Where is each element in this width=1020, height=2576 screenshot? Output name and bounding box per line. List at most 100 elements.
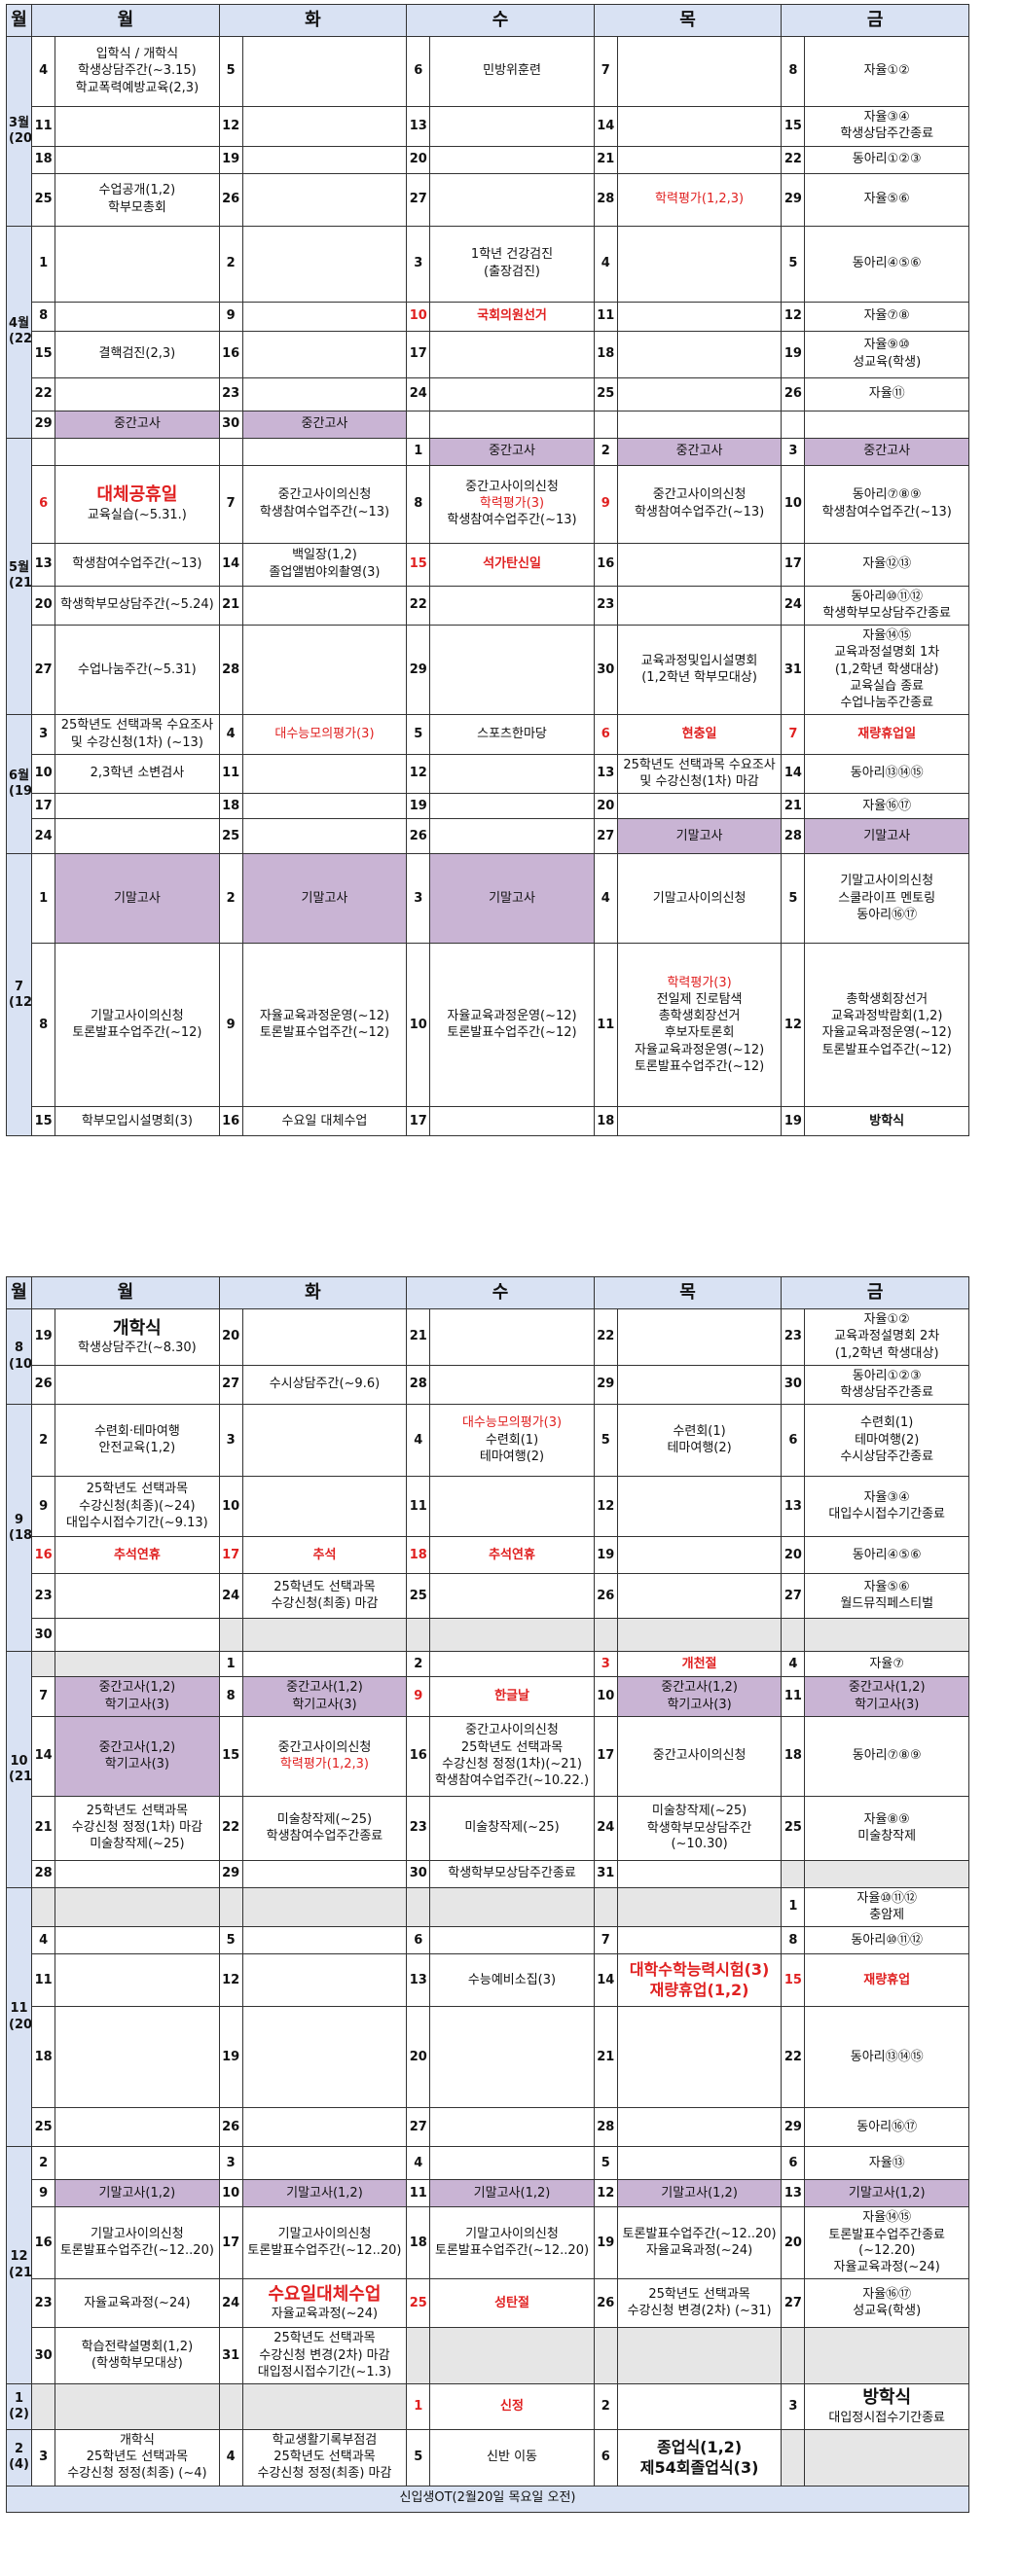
day-events (429, 1886, 595, 1928)
day-events: 재량휴업일 (804, 714, 969, 755)
event-text: 자율⑭⑮ (862, 628, 912, 643)
day-number (218, 1886, 243, 1928)
event-text: 중간고사이의신청 (277, 1739, 372, 1755)
day-events: 자율⑨⑩ 성교육(학생) (804, 330, 969, 378)
day-events: 기말고사이의신청 토론발표수업주간(~12..20) (241, 2206, 408, 2280)
day-number: 23 (218, 376, 243, 411)
day-events: 추석연휴 (55, 1536, 220, 1575)
day-events: 한글날 (429, 1676, 595, 1717)
day-number: 8 (218, 1676, 243, 1717)
day-events (616, 1364, 783, 1406)
event-text: 대체공휴일 (96, 484, 178, 506)
day-number: 9 (593, 464, 618, 544)
day-number: 19 (31, 1308, 56, 1366)
day-number: 20 (781, 1536, 806, 1575)
day-number: 8 (31, 943, 56, 1108)
day-number: 22 (31, 376, 56, 411)
day-number: 9 (31, 2179, 56, 2208)
day-events: 자율⑤⑥ (804, 172, 969, 227)
day-number: 16 (31, 1536, 56, 1575)
day-events (429, 2006, 595, 2109)
event-text: 중간고사(1,2) (848, 1680, 926, 1696)
event-text: 자율교육과정(~24) (271, 2307, 379, 2322)
day-events: 종업식(1,2) 제54회졸업식(3) (616, 2428, 783, 2487)
event-text: 중간고사(1,2) (98, 1680, 176, 1696)
month-name: 9 (15, 1512, 24, 1527)
event-text: 기말고사(1,2) (848, 2185, 926, 2200)
day-events (429, 330, 595, 378)
day-number: 25 (406, 2278, 431, 2329)
day-events: 학생참여수업주간(~13) (55, 542, 220, 587)
day-events: 기말고사이의신청 토론발표수업주간(~12..20) (55, 2206, 220, 2280)
day-events: 중간고사이의신청 25학년도 선택과목 수강신청 정정(1차)(~21) 학생참여수업… (429, 1715, 595, 1797)
day-number: 2 (406, 1651, 431, 1678)
event-text: 학생학부모상담주간(~5.24) (60, 597, 214, 613)
week-row: 7 중간고사(1,2) 학기고사(3) 8 중간고사(1,2) 학기고사(3) 9 한글날 10… (7, 1676, 969, 1717)
day-number: 10 (218, 2179, 243, 2208)
day-number: 30 (31, 2327, 56, 2384)
week-row: 25 26 27 28 29 동아리⑯⑰ (7, 2107, 969, 2148)
event-text: 토론발표수업주간(~12) (821, 1042, 952, 1057)
event-text: 기말고사이의신청 (277, 2227, 372, 2241)
day-number (31, 437, 56, 466)
day-events: 중간고사이의신청 학생참여수업주간(~13) (616, 464, 783, 544)
day-events: 기말고사(1,2) (55, 2179, 220, 2208)
day-events: 동아리⑩⑪⑫ 학생학부모상담주간종료 (804, 585, 969, 626)
day-number: 16 (593, 542, 618, 587)
day-events: 수요일대체수업 자율교육과정(~24) (241, 2278, 408, 2329)
event-text: 수시상담주간종료 (840, 1449, 934, 1464)
day-events (616, 2327, 783, 2384)
day-events: 중간고사(1,2) 학기고사(3) (804, 1676, 969, 1717)
day-number: 18 (31, 2006, 56, 2109)
day-events: 동아리⑬⑭⑮ (804, 2006, 969, 2109)
day-events: 중간고사이의신청 학력평가(3) 학생참여수업주간(~13) (429, 464, 595, 544)
header-day: 화 (218, 1276, 408, 1309)
day-number: 20 (593, 793, 618, 820)
event-text: 중간고사 (675, 443, 723, 458)
day-number: 4 (218, 714, 243, 755)
day-number (218, 2383, 243, 2430)
day-number: 8 (406, 464, 431, 544)
week-row: 27 수업나눔주간(~5.31) 28 29 30 교육과정및입시설명회 (1,2학년 학부… (7, 624, 969, 716)
event-text: 중간고사이의신청 (277, 487, 372, 503)
day-events: 자율⑩⑪⑫ 충암제 (804, 1886, 969, 1928)
day-number: 30 (781, 1364, 806, 1406)
day-events: 25학년도 선택과목 수강신청 변경(2차) 마감 대입정시접수기간(~1.3) (241, 2327, 408, 2384)
event-text: 테마여행(2) (855, 1432, 920, 1448)
day-events (616, 1308, 783, 1366)
event-text: 기말고사이의신청 (652, 890, 747, 906)
day-events: 방학식 대입정시접수기간종료 (804, 2383, 969, 2430)
event-text: 학기고사(3) (292, 1697, 357, 1712)
event-text: 충암제 (869, 1908, 905, 1922)
event-text: 중간고사이의신청 (652, 1748, 747, 1764)
day-number: 12 (593, 2179, 618, 2208)
day-events (55, 793, 220, 820)
month-label: 7(12) (5, 853, 33, 1137)
month-count: (20/20/21) (9, 2017, 32, 2032)
event-text: 총학생회장선거 (846, 991, 929, 1007)
day-events: 신정 (429, 2383, 595, 2430)
event-text: 학교폭력예방교육(2,3) (75, 80, 200, 95)
day-number: 11 (781, 1676, 806, 1717)
event-text: 중간고사 (863, 443, 911, 458)
event-text: 교육과정및입시설명회 (640, 653, 758, 668)
header-day: 목 (593, 4, 783, 37)
day-events (616, 225, 783, 303)
day-events: 중간고사 (616, 437, 783, 466)
day-number: 6 (593, 2428, 618, 2487)
day-number: 2 (218, 225, 243, 303)
day-number: 25 (406, 1573, 431, 1620)
event-text: 총학생회장선거 (658, 1009, 741, 1023)
event-text: 학기고사(3) (104, 1697, 170, 1712)
event-text: 개학식 (119, 2432, 155, 2448)
week-row: 21 25학년도 선택과목 수강신청 정정(1차) 마감 미술창작제(~25) 22 미술… (7, 1795, 969, 1861)
event-text: 테마여행(2) (479, 1449, 545, 1464)
event-text: 기말고사 (301, 890, 348, 906)
day-events: 자율⑦ (804, 1651, 969, 1678)
day-events (241, 2006, 408, 2109)
day-number: 22 (781, 2006, 806, 2109)
day-events (429, 1573, 595, 1620)
day-events (241, 2107, 408, 2148)
day-number: 4 (31, 1926, 56, 1955)
event-text: 자율⑩⑪⑫ (856, 1890, 917, 1906)
